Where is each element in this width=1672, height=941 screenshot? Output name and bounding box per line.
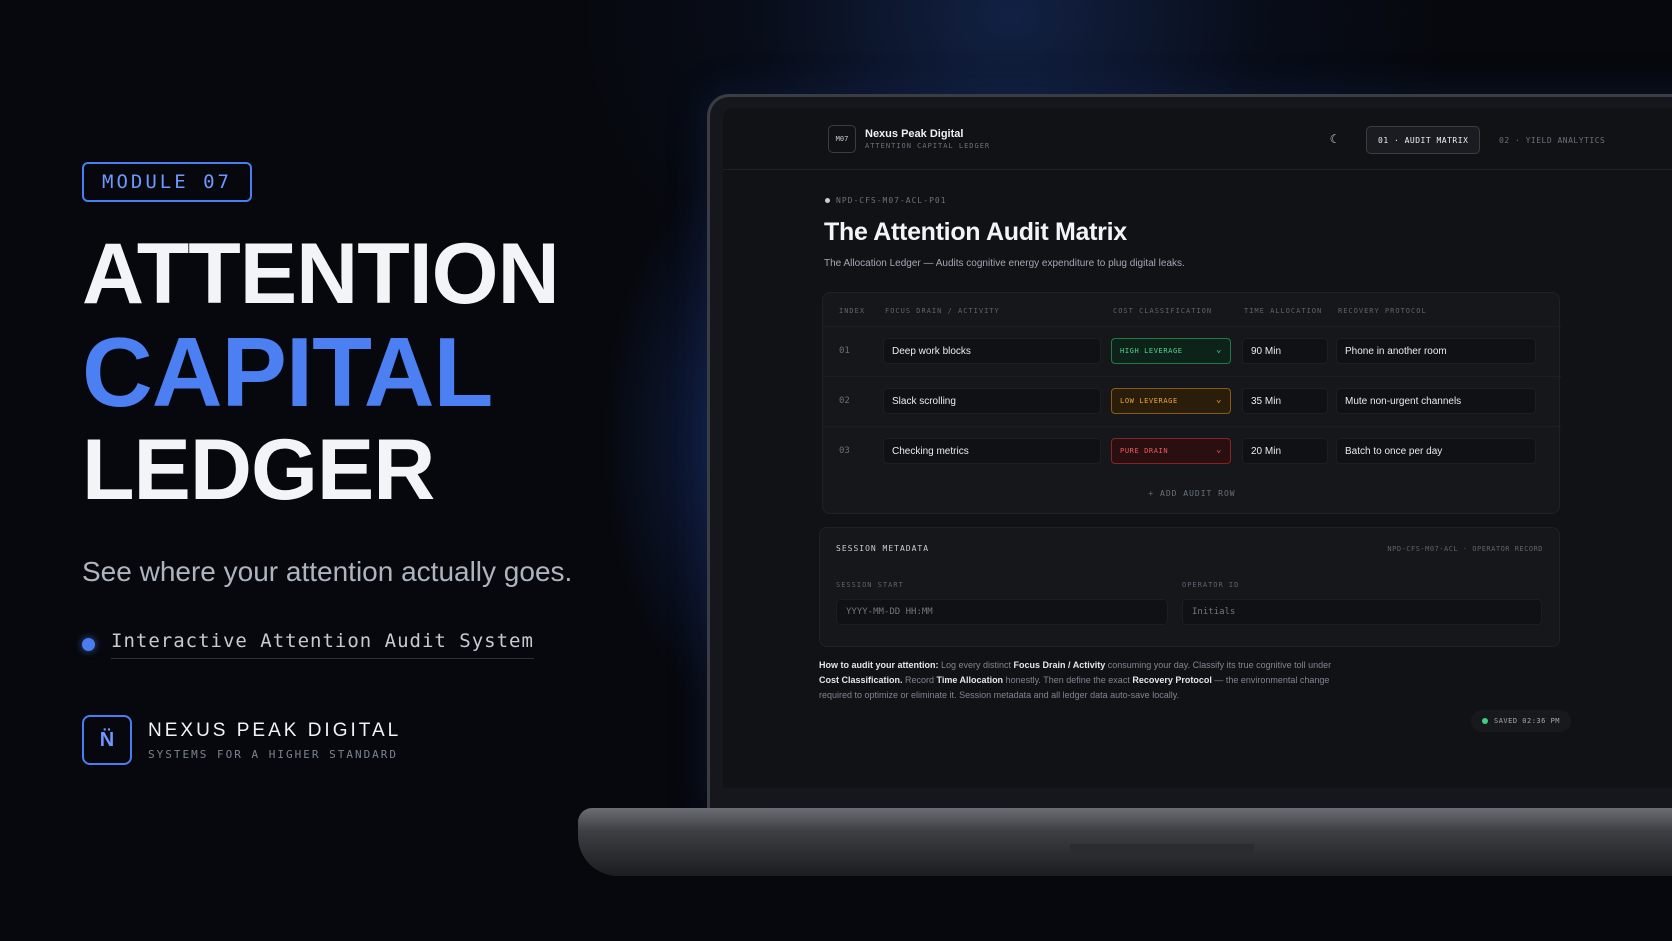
recovery-input[interactable]: Batch to once per day xyxy=(1336,438,1536,464)
chevron-down-icon: ⌄ xyxy=(1215,395,1222,405)
tab-yield-analytics[interactable]: 02 · YIELD ANALYTICS xyxy=(1491,126,1613,154)
saved-label: SAVED 02:36 PM xyxy=(1494,717,1561,725)
hero-title-line-3: LEDGER xyxy=(82,422,435,518)
save-status-badge: SAVED 02:36 PM xyxy=(1471,710,1572,732)
help-text-part: consuming your day. Classify its true co… xyxy=(1105,660,1332,670)
feature-label: Interactive Attention Audit System xyxy=(111,630,534,659)
activity-input[interactable]: Slack scrolling xyxy=(883,388,1101,414)
recovery-input[interactable]: Phone in another room xyxy=(1336,338,1536,364)
help-text-part: honestly. Then define the exact xyxy=(1003,675,1133,685)
column-header-classification: COST CLASSIFICATION xyxy=(1113,307,1213,315)
hero-section: MODULE 07 ATTENTION CAPITAL LEDGER See w… xyxy=(82,162,642,765)
theme-toggle-button[interactable]: ☾ xyxy=(1323,127,1347,151)
row-index: 03 xyxy=(839,446,850,456)
classification-value: PURE DRAIN xyxy=(1120,447,1169,455)
chevron-down-icon: ⌄ xyxy=(1215,445,1222,455)
activity-input[interactable]: Deep work blocks xyxy=(883,338,1101,364)
row-index: 01 xyxy=(839,346,850,356)
status-dot-icon xyxy=(825,198,830,203)
hero-title-line-1: ATTENTION xyxy=(82,226,560,322)
add-audit-row-button[interactable]: + ADD AUDIT ROW xyxy=(823,489,1561,498)
bullet-dot-icon xyxy=(82,638,95,651)
activity-input[interactable]: Checking metrics xyxy=(883,438,1101,464)
help-term: Recovery Protocol xyxy=(1132,675,1212,685)
app-subtitle: ATTENTION CAPITAL LEDGER xyxy=(865,141,991,150)
classification-value: HIGH LEVERAGE xyxy=(1120,347,1183,355)
saved-indicator-icon xyxy=(1482,718,1488,724)
row-index: 02 xyxy=(839,396,850,406)
document-code-label: NPD-CFS-M07-ACL-P01 xyxy=(836,196,947,205)
brand-name: NEXUS PEAK DIGITAL xyxy=(148,719,402,741)
session-start-input[interactable] xyxy=(836,599,1168,625)
operator-id-label: OPERATOR ID xyxy=(1182,581,1240,589)
moon-icon: ☾ xyxy=(1329,132,1341,146)
operator-record-code: NPD-CFS-M07-ACL · OPERATOR RECORD xyxy=(1387,545,1543,553)
document-code: NPD-CFS-M07-ACL-P01 xyxy=(825,196,947,205)
brand-block: N̈ NEXUS PEAK DIGITAL SYSTEMS FOR A HIGH… xyxy=(82,715,642,765)
chevron-down-icon: ⌄ xyxy=(1215,345,1222,355)
help-text: How to audit your attention: Log every d… xyxy=(819,658,1339,703)
session-metadata-panel: SESSION METADATA NPD-CFS-M07-ACL · OPERA… xyxy=(819,527,1560,647)
column-header-index: INDEX xyxy=(839,307,866,315)
hero-title-line-2: CAPITAL xyxy=(82,317,493,427)
column-header-activity: FOCUS DRAIN / ACTIVITY xyxy=(885,307,1000,315)
page-title: The Attention Audit Matrix xyxy=(824,218,1127,246)
classification-select[interactable]: LOW LEVERAGE ⌄ xyxy=(1111,388,1231,414)
table-row: 02 Slack scrolling LOW LEVERAGE ⌄ 35 Min… xyxy=(823,376,1561,426)
app-logo: M07 xyxy=(828,124,856,153)
app-header: M07 Nexus Peak Digital ATTENTION CAPITAL… xyxy=(723,108,1672,170)
laptop-notch xyxy=(1070,844,1254,856)
audit-matrix-table: INDEX FOCUS DRAIN / ACTIVITY COST CLASSI… xyxy=(822,292,1561,514)
table-row: 03 Checking metrics PURE DRAIN ⌄ 20 Min … xyxy=(823,426,1561,476)
operator-id-input[interactable] xyxy=(1182,599,1542,625)
feature-item: Interactive Attention Audit System xyxy=(82,630,642,659)
table-row: 01 Deep work blocks HIGH LEVERAGE ⌄ 90 M… xyxy=(823,326,1561,376)
column-header-recovery: RECOVERY PROTOCOL xyxy=(1338,307,1427,315)
laptop-base xyxy=(578,808,1672,876)
app-title: Nexus Peak Digital xyxy=(865,127,964,140)
hero-tagline: See where your attention actually goes. xyxy=(82,556,573,587)
help-text-part: Log every distinct xyxy=(938,660,1014,670)
brand-logo: N̈ xyxy=(82,715,132,765)
recovery-input[interactable]: Mute non-urgent channels xyxy=(1336,388,1536,414)
tab-audit-matrix[interactable]: 01 · AUDIT MATRIX xyxy=(1366,126,1481,154)
help-term: Time Allocation xyxy=(936,675,1004,685)
classification-select[interactable]: PURE DRAIN ⌄ xyxy=(1111,438,1231,464)
classification-value: LOW LEVERAGE xyxy=(1120,397,1178,405)
time-input[interactable]: 35 Min xyxy=(1242,388,1328,414)
time-input[interactable]: 90 Min xyxy=(1242,338,1328,364)
brand-subtitle: SYSTEMS FOR A HIGHER STANDARD xyxy=(148,747,399,761)
session-start-label: SESSION START xyxy=(836,581,904,589)
help-term: Cost Classification. xyxy=(819,675,903,685)
help-term: Focus Drain / Activity xyxy=(1013,660,1106,670)
classification-select[interactable]: HIGH LEVERAGE ⌄ xyxy=(1111,338,1231,364)
laptop-screen: M07 Nexus Peak Digital ATTENTION CAPITAL… xyxy=(723,108,1672,788)
module-badge: MODULE 07 xyxy=(82,162,252,202)
session-metadata-title: SESSION METADATA xyxy=(836,544,930,553)
column-header-time: TIME ALLOCATION xyxy=(1244,307,1323,315)
help-text-part: Record xyxy=(902,675,937,685)
help-heading: How to audit your attention: xyxy=(819,660,939,670)
time-input[interactable]: 20 Min xyxy=(1242,438,1328,464)
page-description: The Allocation Ledger — Audits cognitive… xyxy=(824,258,1185,269)
